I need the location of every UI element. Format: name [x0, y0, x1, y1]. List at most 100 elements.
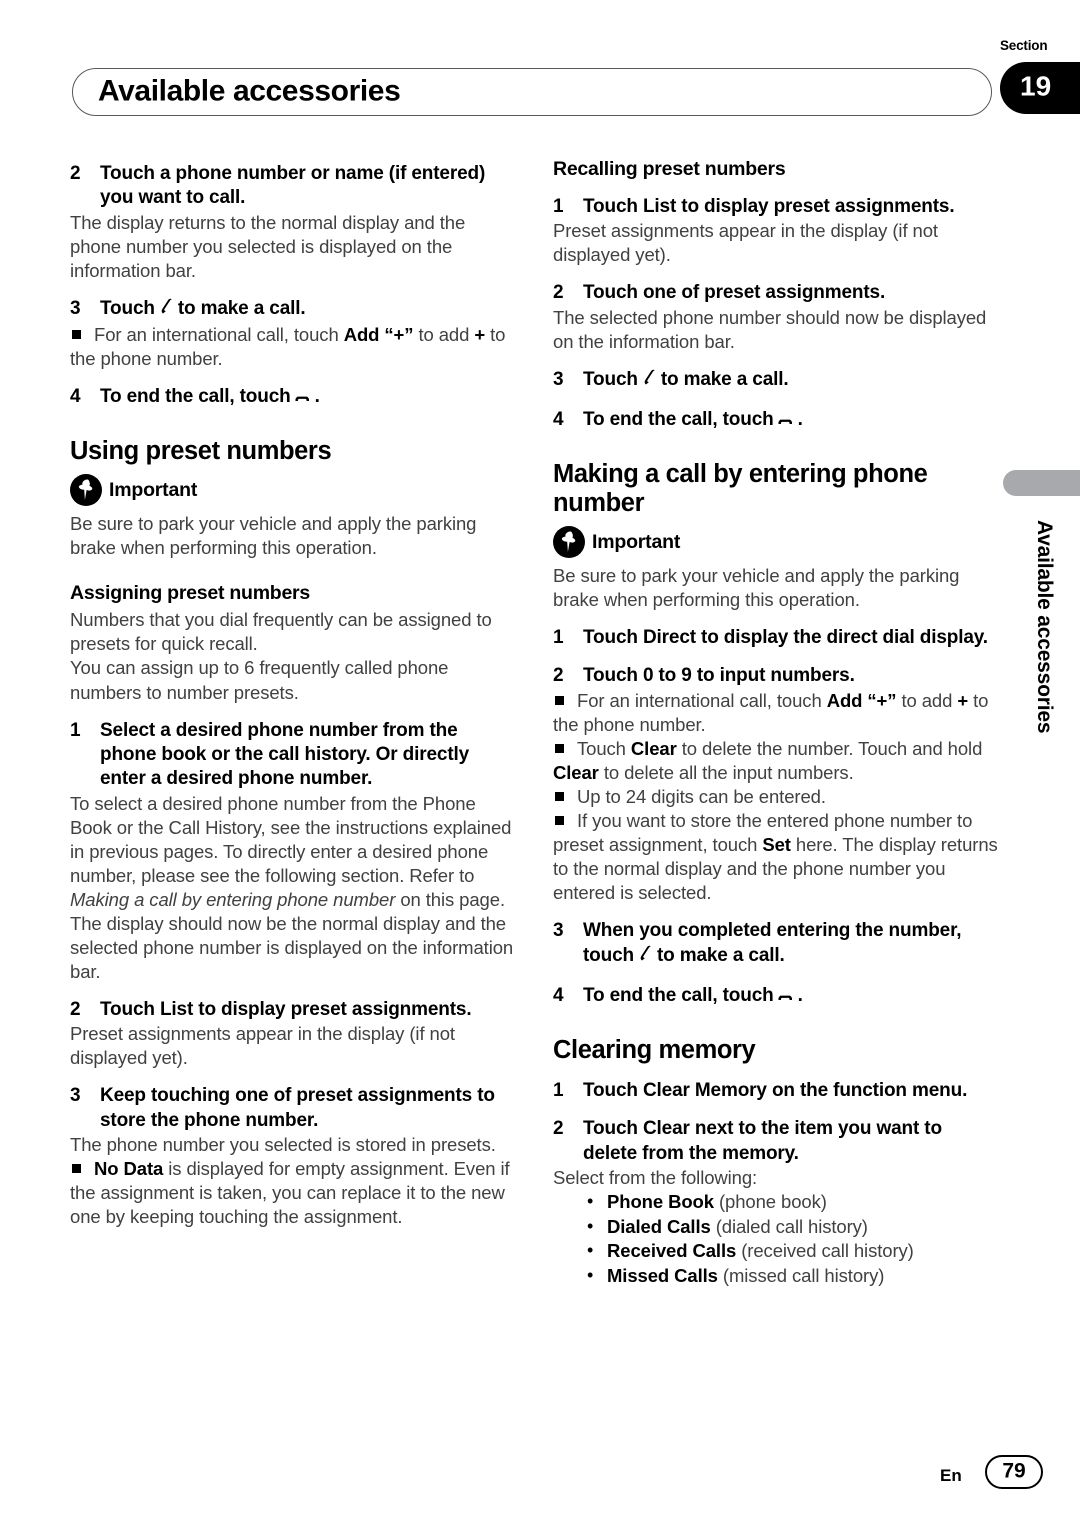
- note-item: Touch Clear to delete the number. Touch …: [553, 737, 1000, 785]
- side-tab-marker: [1003, 470, 1080, 496]
- list-item: Dialed Calls (dialed call history): [587, 1215, 1000, 1240]
- note-bold: Add “+”: [343, 324, 414, 346]
- list-item: Missed Calls (missed call history): [587, 1264, 1000, 1289]
- step-number: 3: [70, 297, 81, 319]
- note-bold: Clear: [630, 737, 677, 759]
- section-heading-clearing-memory: Clearing memory: [553, 1036, 756, 1065]
- option-description: (dialed call history): [710, 1215, 868, 1237]
- step-text: Touch Clear Memory on the function menu.: [583, 1079, 968, 1101]
- side-tab-label: Available accessories: [1033, 520, 1056, 734]
- step-body: The phone number you selected is stored …: [70, 1133, 496, 1155]
- option-label: Phone Book: [607, 1190, 714, 1212]
- step-number: 1: [553, 627, 564, 649]
- important-notice: Important: [70, 474, 517, 507]
- step-text: Touch Clear next to the item you want to…: [583, 1118, 942, 1164]
- step-number: 3: [70, 1085, 81, 1107]
- step-number: 2: [553, 282, 564, 304]
- step-text: Touch a phone number or name (if entered…: [100, 163, 486, 209]
- footer-page-badge: 79: [985, 1455, 1043, 1489]
- step-text-after: to make a call.: [177, 297, 306, 319]
- pushpin-icon: [70, 474, 102, 507]
- step-body: To select a desired phone number from th…: [70, 792, 517, 912]
- step-text: Touch List to display preset assignments…: [583, 196, 955, 217]
- subsection-heading-recalling-preset-numbers: Recalling preset numbers: [553, 158, 786, 180]
- footer-language: En: [940, 1466, 962, 1485]
- step-body: Select from the following:: [553, 1166, 758, 1188]
- note-text: Up to 24 digits can be entered.: [577, 785, 826, 807]
- step-item: 1 Touch List to display preset assignment…: [553, 195, 1000, 219]
- phone-handset-offhook-icon: [640, 368, 659, 394]
- step-item: 3 When you completed entering the number,…: [553, 919, 1000, 970]
- step-text: Select a desired phone number from the p…: [100, 719, 470, 790]
- step-number: 2: [70, 163, 81, 184]
- note-bold: No Data: [94, 1157, 164, 1179]
- step-text-after: .: [797, 984, 803, 1006]
- paragraph-text: To select a desired phone number from th…: [70, 792, 512, 886]
- step-number: 2: [553, 1118, 564, 1140]
- step-item: 4 To end the call, touch.: [70, 385, 517, 411]
- step-text: Touch 0 to 9 to input numbers.: [583, 665, 855, 687]
- section-heading-making-a-call: Making a call by entering phone number: [553, 460, 928, 518]
- step-text: Touch: [583, 368, 638, 390]
- list-item: Received Calls (received call history): [587, 1239, 1000, 1264]
- step-body: The display returns to the normal displa…: [70, 211, 466, 281]
- option-description: (phone book): [713, 1190, 827, 1212]
- subsection-heading-assigning-preset-numbers: Assigning preset numbers: [70, 582, 310, 605]
- square-bullet-icon: [72, 330, 81, 340]
- square-bullet-icon: [555, 743, 564, 753]
- step-text: To end the call, touch: [583, 984, 774, 1006]
- step-item: 2 Touch one of preset assignments.: [553, 281, 1000, 305]
- section-heading-using-preset-numbers: Using preset numbers: [70, 437, 332, 466]
- note-item: No Data is displayed for empty assignmen…: [70, 1157, 517, 1229]
- section-number-badge: 19: [1000, 62, 1080, 114]
- right-column: Recalling preset numbers 1 Touch List to …: [553, 158, 1000, 1288]
- option-label: Received Calls: [607, 1240, 737, 1262]
- footer-page-number: 79: [1002, 1459, 1026, 1483]
- cross-reference: Making a call by entering phone number: [70, 888, 396, 910]
- step-text: Touch: [100, 297, 155, 319]
- note-text: to add: [896, 689, 958, 711]
- note-bold: Add “+”: [826, 689, 897, 711]
- paragraph-text: on this page.: [395, 888, 505, 910]
- step-item: 2 Touch 0 to 9 to input numbers.: [553, 664, 1000, 688]
- paragraph: Numbers that you dial frequently can be …: [70, 609, 492, 655]
- step-item: 3 Touch to make a call.: [553, 368, 1000, 394]
- step-body: The selected phone number should now be …: [553, 306, 987, 352]
- option-label: Dialed Calls: [607, 1215, 711, 1237]
- section-label: Section: [1000, 38, 1048, 53]
- note-bold: Set: [762, 834, 791, 856]
- step-text-after: .: [314, 386, 320, 408]
- note-item: If you want to store the entered phone n…: [553, 809, 1000, 905]
- step-body: Preset assignments appear in the display…: [70, 1023, 455, 1069]
- note-bold: +: [957, 689, 969, 711]
- paragraph: You can assign up to 6 frequently called…: [70, 657, 449, 703]
- step-item: 1 Touch Direct to display the direct dial…: [553, 626, 1000, 650]
- page-header: Available accessories: [72, 68, 992, 116]
- pushpin-icon: [553, 526, 585, 559]
- square-bullet-icon: [555, 695, 564, 705]
- step-text: To end the call, touch: [583, 409, 774, 431]
- step-text-after: to make a call.: [660, 368, 789, 390]
- square-bullet-icon: [555, 816, 564, 826]
- option-label: Missed Calls: [607, 1264, 718, 1286]
- step-item: 1 Touch Clear Memory on the function menu…: [553, 1079, 1000, 1103]
- important-label: Important: [592, 530, 681, 553]
- square-bullet-icon: [555, 791, 564, 801]
- step-number: 4: [553, 409, 564, 431]
- step-number: 1: [553, 196, 564, 217]
- note-text: For an international call, touch: [577, 689, 827, 711]
- note-text: to add: [413, 324, 475, 346]
- important-body: Be sure to park your vehicle and apply t…: [70, 513, 477, 559]
- step-text: To end the call, touch: [100, 386, 291, 408]
- step-item: 2 Touch Clear next to the item you want t…: [553, 1117, 1000, 1166]
- step-item: 4 To end the call, touch.: [553, 408, 1000, 434]
- phone-handset-onhook-icon: [293, 387, 313, 411]
- step-number: 1: [70, 719, 81, 741]
- clear-memory-options-list: Phone Book (phone book)Dialed Calls (dia…: [553, 1190, 1000, 1288]
- step-item: 2 Touch a phone number or name (if entere…: [70, 162, 517, 211]
- step-item: 3 Keep touching one of preset assignments…: [70, 1084, 517, 1133]
- step-item: 3 Touch to make a call.: [70, 297, 517, 323]
- step-number: 4: [553, 984, 564, 1006]
- step-body: The display should now be the normal dis…: [70, 912, 514, 982]
- step-number: 2: [553, 665, 564, 687]
